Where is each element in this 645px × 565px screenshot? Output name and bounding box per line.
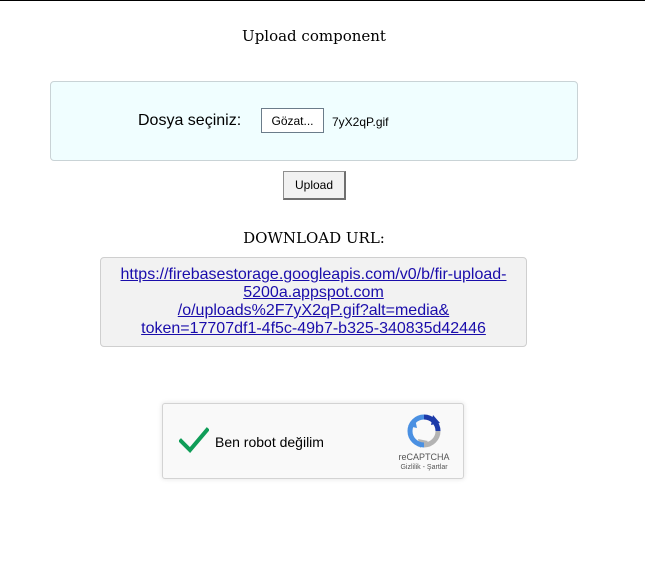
download-url-line: https://firebasestorage.googleapis.com/v… — [120, 266, 507, 283]
download-url-line: 5200a.appspot.com — [243, 284, 384, 301]
selected-file-name: 7yX2qP.gif — [332, 115, 389, 129]
recaptcha-widget: Ben robot değilim reCAPTCHA Gizlilik - Ş… — [162, 403, 464, 479]
download-url-line: /o/uploads%2F7yX2qP.gif?alt=media& — [177, 302, 450, 319]
page-title: Upload component — [242, 27, 386, 45]
upload-button[interactable]: Upload — [283, 171, 346, 200]
recaptcha-brand: reCAPTCHA — [398, 452, 450, 462]
top-divider — [0, 0, 645, 1]
file-upload-panel: Dosya seçiniz: Gözat... 7yX2qP.gif — [50, 81, 578, 161]
download-url-heading: DOWNLOAD URL: — [243, 229, 385, 247]
browse-button[interactable]: Gözat... — [261, 108, 324, 133]
recaptcha-label: Ben robot değilim — [215, 434, 324, 450]
checkmark-icon[interactable] — [179, 426, 209, 454]
file-select-label: Dosya seçiniz: — [138, 112, 242, 129]
download-url-line: token=17707df1-4f5c-49b7-b325-340835d424… — [141, 320, 486, 337]
download-url-link[interactable]: https://firebasestorage.googleapis.com/v… — [111, 266, 516, 338]
recaptcha-links: Gizlilik - Şartlar — [387, 464, 461, 471]
download-url-panel: https://firebasestorage.googleapis.com/v… — [100, 257, 527, 347]
privacy-link[interactable]: Gizlilik — [400, 464, 420, 471]
terms-link[interactable]: Şartlar — [427, 464, 448, 471]
recaptcha-logo-icon — [407, 414, 441, 448]
upload-page: Upload component Dosya seçiniz: Gözat...… — [0, 0, 645, 565]
